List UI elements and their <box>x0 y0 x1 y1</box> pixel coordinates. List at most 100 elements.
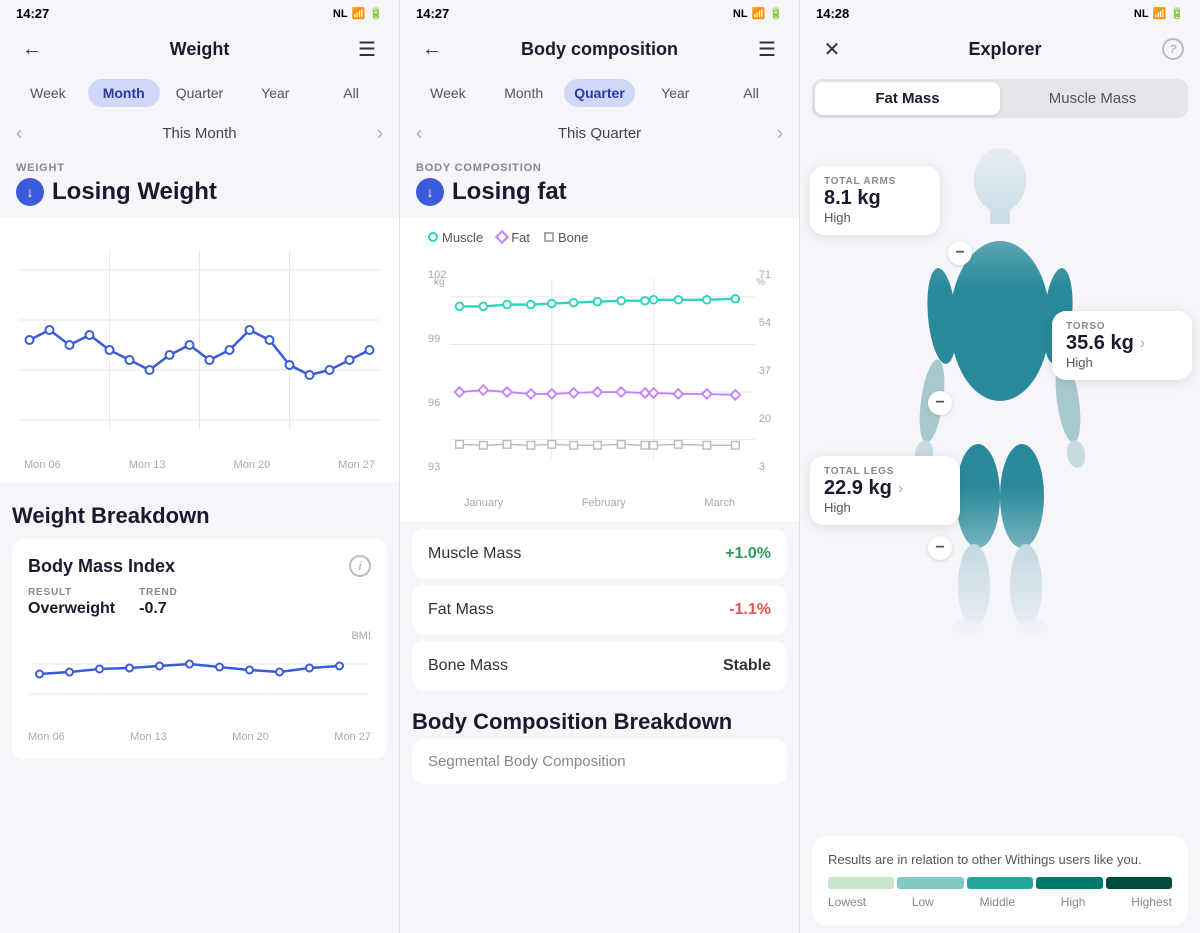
torso-minus-indicator: − <box>928 391 952 415</box>
fat-mass-toggle[interactable]: Fat Mass <box>815 82 1000 115</box>
arms-label: TOTAL ARMS <box>824 176 926 187</box>
help-icon[interactable]: ? <box>1162 38 1184 60</box>
tab-week-1[interactable]: Week <box>12 79 84 107</box>
next-period-1[interactable]: › <box>377 123 383 144</box>
tab-month-2[interactable]: Month <box>488 79 560 107</box>
bmi-trend-label: TREND <box>139 587 177 598</box>
bmi-x-labels: Mon 06 Mon 13 Mon 20 Mon 27 <box>28 731 371 743</box>
prev-period-2[interactable]: ‹ <box>416 123 422 144</box>
weight-trend-label: Losing Weight <box>52 178 217 206</box>
menu-button-2[interactable]: ☰ <box>751 33 783 65</box>
status-time-2: 14:27 <box>416 6 449 21</box>
close-button[interactable]: ✕ <box>816 33 848 65</box>
tab-month-1[interactable]: Month <box>88 79 160 107</box>
bmi-x-2: Mon 13 <box>130 731 167 743</box>
tab-week-2[interactable]: Week <box>412 79 484 107</box>
status-bar-1: 14:27 NL 📶 🔋 <box>0 0 399 25</box>
legend-muscle: Muscle <box>428 230 483 245</box>
legs-arrow[interactable]: › <box>898 480 903 498</box>
body-comp-tab-bar: Week Month Quarter Year All <box>400 75 799 115</box>
torso-status: High <box>1066 355 1178 370</box>
battery-icon: 🔋 <box>369 7 383 20</box>
y-left-3: 96 <box>428 397 446 409</box>
status-bar-3: 14:28 NL 📶 🔋 <box>800 0 1200 25</box>
bmi-x-1: Mon 06 <box>28 731 65 743</box>
breakdown-title: Weight Breakdown <box>12 503 387 529</box>
legend-lowest: Lowest <box>828 893 866 911</box>
bmi-x-3: Mon 20 <box>232 731 269 743</box>
arms-annotation-card: TOTAL ARMS 8.1 kg High <box>810 166 940 235</box>
tab-year-1[interactable]: Year <box>239 79 311 107</box>
bmi-chart <box>28 644 371 724</box>
torso-value: 35.6 kg <box>1066 332 1134 355</box>
body-comp-breakdown-section: Body Composition Breakdown Segmental Bod… <box>400 697 799 792</box>
tab-all-2[interactable]: All <box>715 79 787 107</box>
muscle-mass-label: Muscle Mass <box>428 545 521 563</box>
x-label-4: Mon 27 <box>338 459 375 471</box>
x-label-2: Mon 13 <box>129 459 166 471</box>
torso-arrow[interactable]: › <box>1140 335 1145 353</box>
status-icons-2: NL 📶 🔋 <box>733 7 783 20</box>
bmi-title: Body Mass Index <box>28 556 175 577</box>
weight-chart <box>16 230 383 450</box>
fat-mass-label: Fat Mass <box>428 601 494 619</box>
bone-mass-card: Bone Mass Stable <box>412 641 787 691</box>
body-comp-trend-heading: ↓ Losing fat <box>400 176 799 218</box>
color-seg-lowest <box>828 877 894 889</box>
tab-quarter-2[interactable]: Quarter <box>564 79 636 107</box>
legend-low: Low <box>912 893 934 911</box>
back-button-1[interactable]: ← <box>16 33 48 65</box>
period-label-1: This Month <box>162 125 236 142</box>
wifi-icon: 📶 <box>352 7 366 20</box>
status-icons-1: NL 📶 🔋 <box>333 7 383 20</box>
tab-quarter-1[interactable]: Quarter <box>164 79 236 107</box>
muscle-mass-toggle[interactable]: Muscle Mass <box>1000 82 1185 115</box>
trend-icon-1: ↓ <box>16 178 44 206</box>
arms-value: 8.1 kg <box>824 187 881 210</box>
legend-bone: Bone <box>544 230 588 245</box>
chart-inner: 102 99 96 93 <box>428 253 771 493</box>
next-period-2[interactable]: › <box>777 123 783 144</box>
color-seg-high <box>1036 877 1102 889</box>
bc-x-1: January <box>464 497 503 509</box>
back-button-2[interactable]: ← <box>416 33 448 65</box>
bmi-card-header: Body Mass Index i <box>28 555 371 577</box>
legend-bar-section: Results are in relation to other Withing… <box>812 836 1188 926</box>
torso-value-row: 35.6 kg › <box>1066 332 1178 355</box>
body-comp-section-label: BODY COMPOSITION <box>400 152 799 176</box>
fat-mass-card: Fat Mass -1.1% <box>412 585 787 635</box>
body-comp-chart-area: Muscle Fat Bone kg % 102 99 96 93 <box>400 218 799 521</box>
arms-minus-indicator: − <box>948 241 972 265</box>
legend-labels: Lowest Low Middle High Highest <box>828 893 1172 911</box>
nfc-icon: NL <box>333 8 348 20</box>
body-comp-header: ← Body composition ☰ <box>400 25 799 75</box>
muscle-mass-value: +1.0% <box>725 545 771 563</box>
bmi-stats: RESULT Overweight TREND -0.7 <box>28 587 371 618</box>
weight-tab-bar: Week Month Quarter Year All <box>0 75 399 115</box>
period-nav-1: ‹ This Month › <box>0 115 399 152</box>
legs-minus-indicator: − <box>928 536 952 560</box>
explorer-toggle: Fat Mass Muscle Mass <box>812 79 1188 118</box>
bmi-trend-value: -0.7 <box>139 600 177 618</box>
tab-all-1[interactable]: All <box>315 79 387 107</box>
chart-unit-right: % <box>756 277 765 288</box>
bmi-trend: TREND -0.7 <box>139 587 177 618</box>
weight-header: ← Weight ☰ <box>0 25 399 75</box>
weight-title: Weight <box>48 39 351 60</box>
y-left-2: 99 <box>428 333 446 345</box>
color-bar <box>828 877 1172 889</box>
bone-mass-value: Stable <box>723 657 771 675</box>
bmi-info-icon[interactable]: i <box>349 555 371 577</box>
segmental-body-comp: Segmental Body Composition <box>412 739 787 784</box>
weight-section-label: WEIGHT <box>0 152 399 176</box>
nfc-icon-2: NL <box>733 8 748 20</box>
fat-mass-value: -1.1% <box>729 601 771 619</box>
chart-wrapper: kg % 102 99 96 93 <box>428 253 771 509</box>
prev-period-1[interactable]: ‹ <box>16 123 22 144</box>
color-seg-low <box>897 877 963 889</box>
chart-unit-left: kg <box>434 277 445 288</box>
menu-button-1[interactable]: ☰ <box>351 33 383 65</box>
status-time-1: 14:27 <box>16 6 49 21</box>
tab-year-2[interactable]: Year <box>639 79 711 107</box>
torso-annotation-card: TORSO 35.6 kg › High <box>1052 311 1192 380</box>
